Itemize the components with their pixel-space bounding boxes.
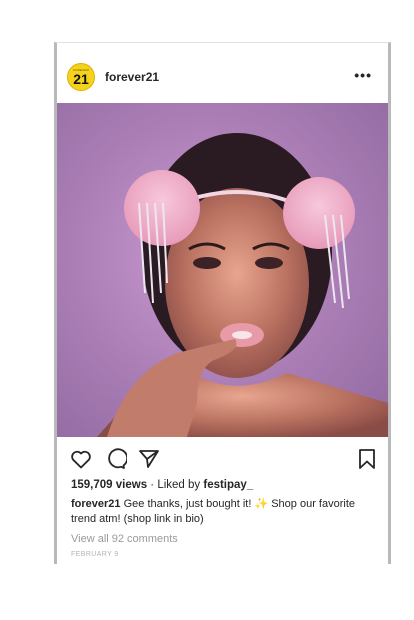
heart-icon[interactable] [69,447,93,471]
right-eye [255,257,283,269]
left-eye [193,257,221,269]
post-header: FOREVER 21 forever21 ••• [57,43,388,103]
post-actions [69,447,379,471]
views-count[interactable]: 159,709 views [71,479,147,491]
post-username[interactable]: forever21 [105,70,159,84]
post-date: FEBRUARY 9 [71,551,119,558]
liked-by-user[interactable]: festipay_ [203,479,253,491]
post-photo[interactable] [57,103,388,437]
bookmark-icon[interactable] [355,447,379,471]
avatar-number: 21 [73,70,89,87]
instagram-post: FOREVER 21 forever21 ••• 159,709 views ·… [54,42,391,564]
caption-username[interactable]: forever21 [71,498,121,510]
avatar[interactable]: FOREVER 21 [67,63,95,91]
post-caption: forever21 Gee thanks, just bought it! ✨ … [71,497,371,527]
view-all-comments-link[interactable]: View all 92 comments [71,533,178,545]
more-options-icon[interactable]: ••• [354,67,372,83]
post-photo-illustration [97,133,388,437]
teeth [232,331,252,339]
views-line: 159,709 views · Liked by festipay_ [71,479,253,491]
liked-by-prefix: · Liked by [150,479,201,491]
comment-icon[interactable] [103,447,128,471]
share-icon[interactable] [137,447,161,471]
left-pompom [124,170,200,246]
